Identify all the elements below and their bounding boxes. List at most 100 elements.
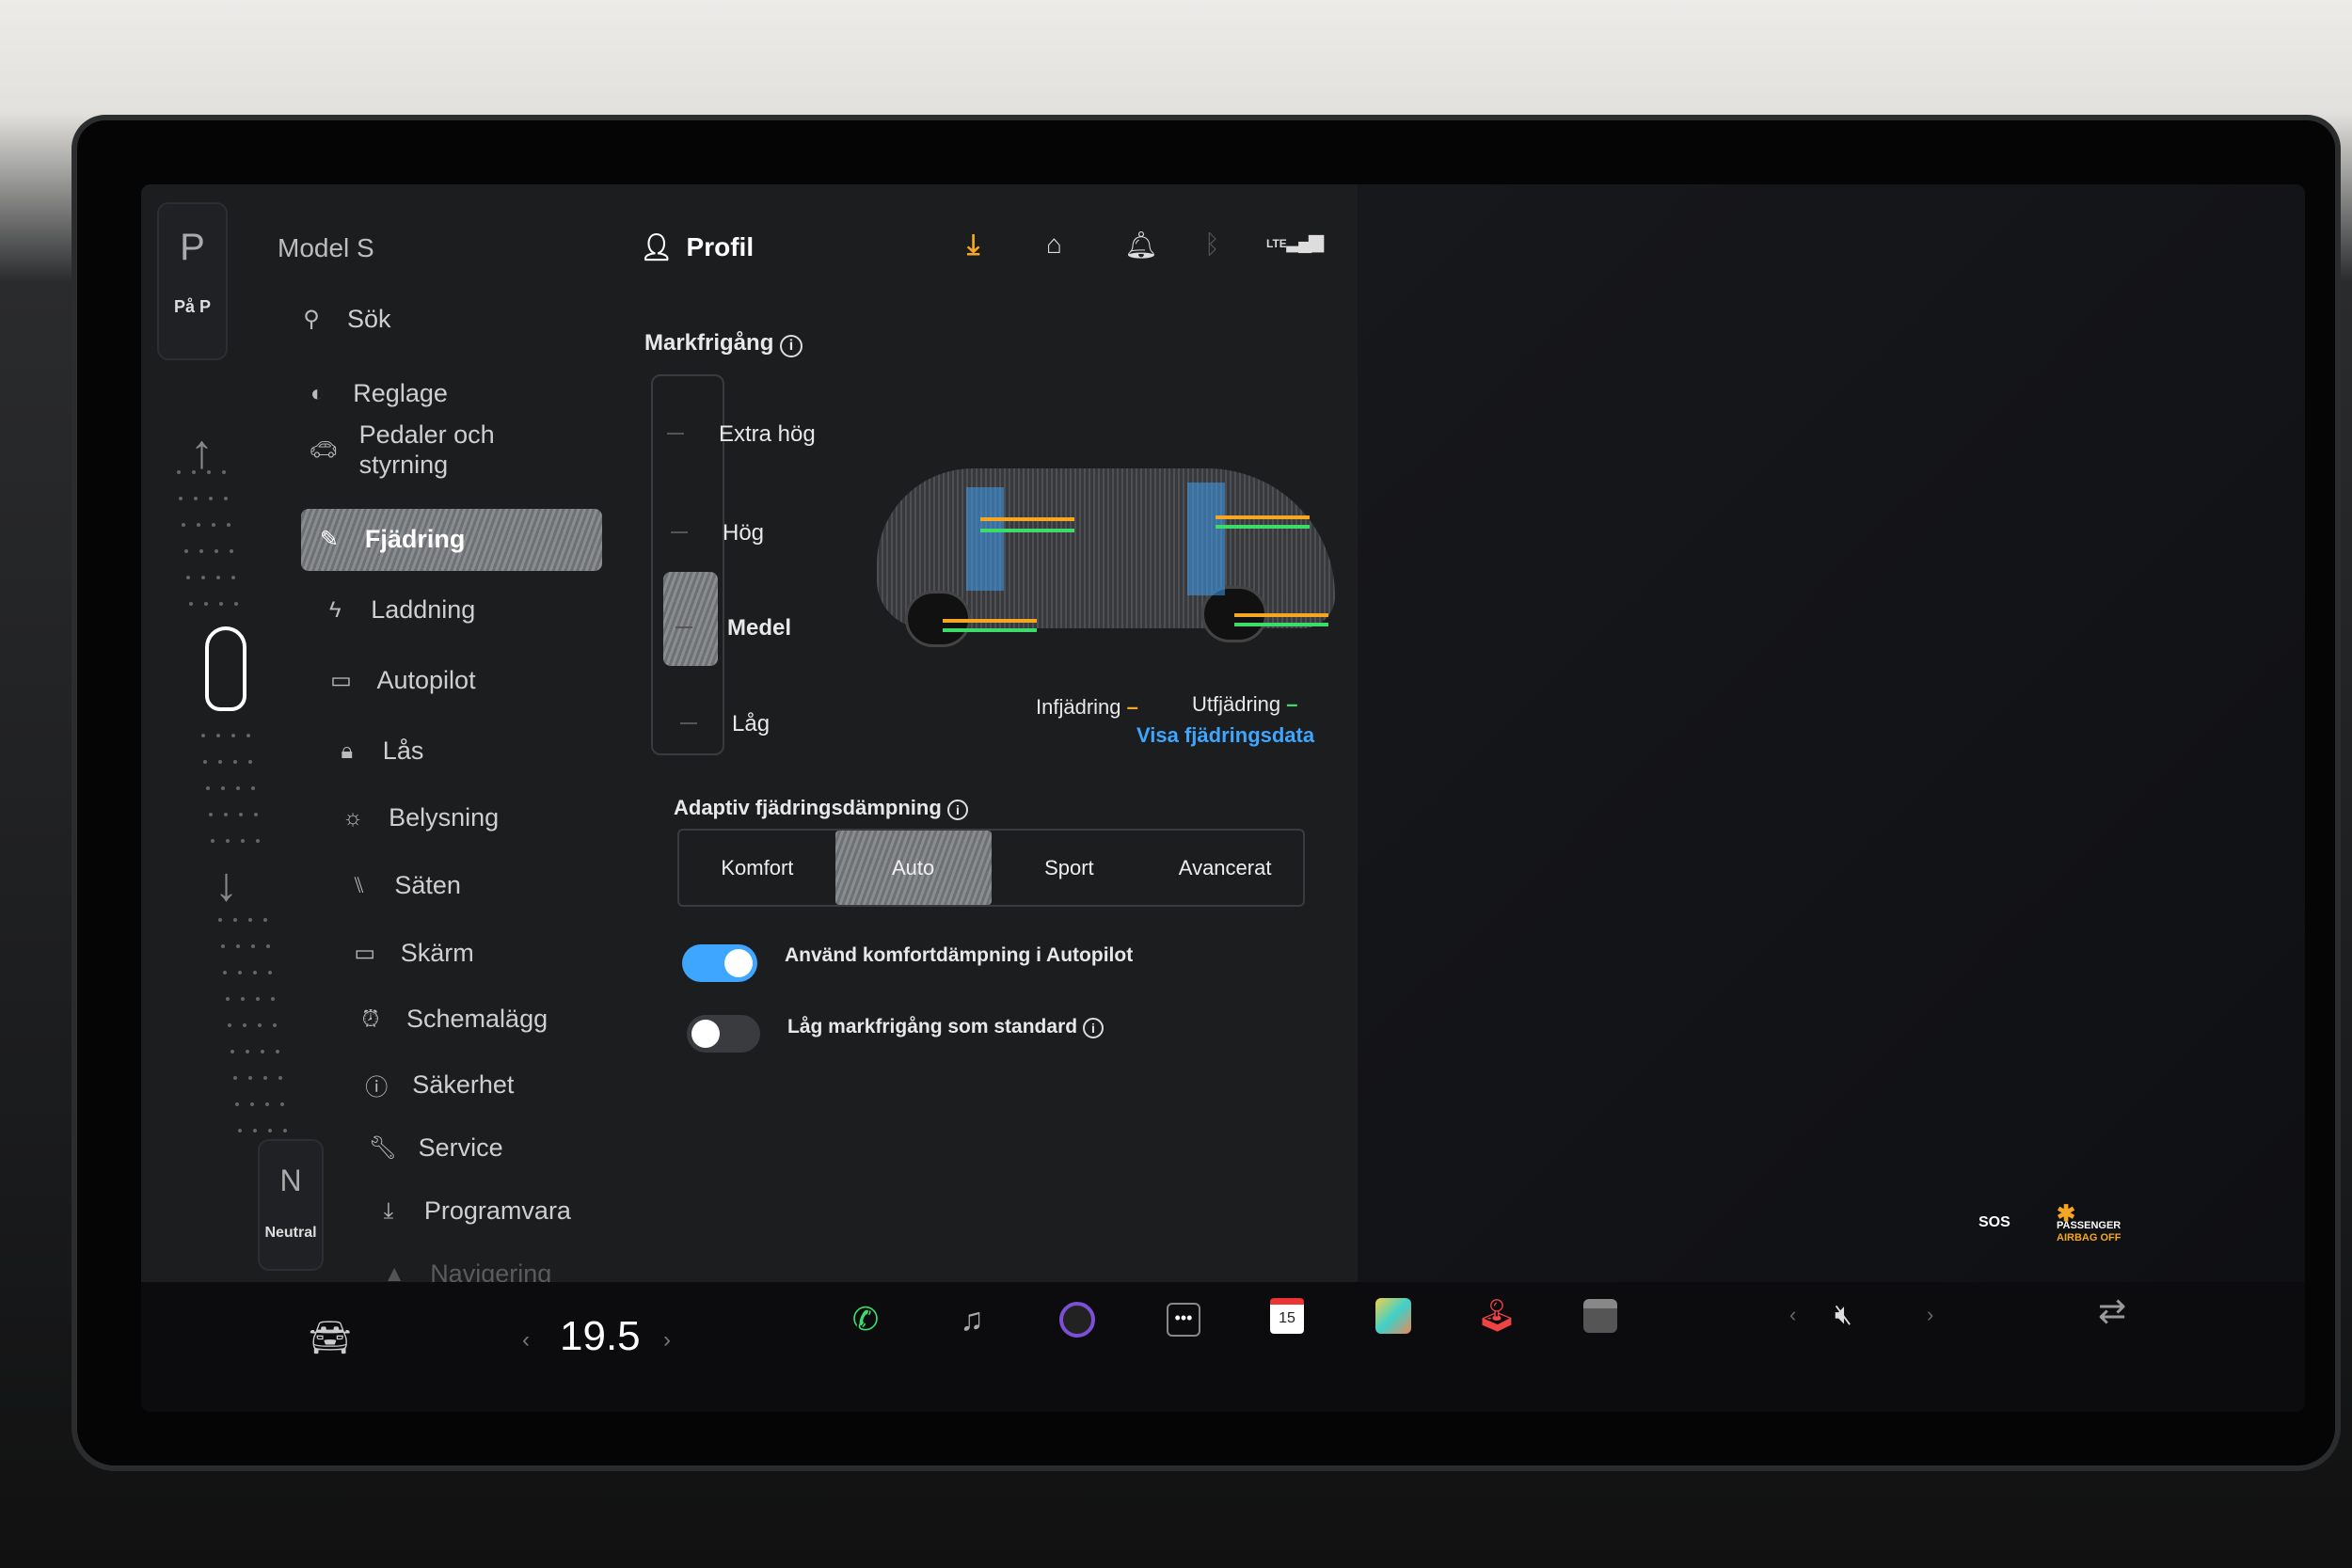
lock-icon: 🔒︎ (341, 737, 354, 764)
damping-option-komfort[interactable]: Komfort (679, 831, 835, 905)
clearance-level-1[interactable]: Hög (723, 520, 764, 546)
dashcam-viewer-icon[interactable] (1583, 1299, 1617, 1333)
gear-dot (241, 839, 246, 843)
gear-dot (270, 997, 275, 1001)
sidebar-item-schemalägg[interactable]: ⏰︎ Schemalägg (356, 1005, 548, 1034)
sidebar-item-fjädring[interactable]: ✎ Fjädring (314, 525, 466, 554)
bell-icon[interactable]: 🔔︎ (1124, 230, 1158, 261)
sidebar-item-label: Reglage (353, 379, 448, 407)
gear-dot (238, 971, 243, 974)
airbag-status: AIRBAG OFF (2057, 1232, 2122, 1243)
view-suspension-data-link[interactable]: Visa fjädringsdata (1136, 723, 1314, 748)
toggle-knob (724, 949, 753, 977)
gear-dot (200, 734, 205, 737)
comfort-damping-toggle[interactable] (682, 944, 757, 982)
search-icon: ⚲ (303, 307, 320, 332)
gear-dot (233, 918, 237, 922)
sidebar-item-reglage[interactable]: ◐ Reglage (302, 379, 448, 408)
damping-option-auto[interactable]: Auto (834, 831, 992, 905)
volume-up-chevron-icon[interactable]: › (1927, 1303, 1933, 1327)
gear-dot (233, 602, 238, 606)
sidebar-item-lås[interactable]: 🔒︎ Lås (332, 736, 423, 766)
arcade-joystick-icon[interactable]: 🕹︎ (1476, 1295, 1518, 1337)
clearance-level-2[interactable]: Medel (727, 615, 791, 641)
sidebar-item-pedaler-och-styrning[interactable]: 🚗︎ Pedaler och styrning (309, 420, 519, 480)
info-icon[interactable]: i (946, 800, 968, 820)
clearance-slider-thumb[interactable] (663, 572, 718, 666)
sidebar-item-belysning[interactable]: ☼ Belysning (338, 803, 499, 832)
garage-icon[interactable]: ⌂ (1046, 230, 1062, 260)
damping-option-sport[interactable]: Sport (992, 831, 1148, 905)
damping-title-text: Adaptiv fjädringsdämpning (674, 796, 942, 819)
gear-dot (176, 470, 181, 474)
gear-dot (224, 497, 229, 500)
sidebar-item-service[interactable]: 🔧︎ Service (368, 1133, 503, 1163)
download-icon[interactable]: ⤓ (967, 230, 979, 261)
sidebar-item-label: Pedaler och styrning (358, 420, 495, 479)
camera-icon[interactable] (1059, 1302, 1095, 1338)
damping-option-avancerat[interactable]: Avancerat (1147, 831, 1303, 905)
low-clearance-toggle[interactable] (687, 1015, 760, 1053)
gear-dot (226, 839, 230, 843)
sidebar-item-label: Säkerhet (412, 1070, 515, 1099)
gear-dot (246, 734, 250, 737)
clearance-slider[interactable] (651, 374, 724, 755)
clearance-level-0[interactable]: Extra hög (719, 421, 816, 448)
sidebar-item-label: Autopilot (376, 666, 476, 694)
sidebar-item-skärm[interactable]: ▭ Skärm (350, 939, 473, 968)
mute-icon[interactable]: 🔇︎ (1835, 1299, 1852, 1331)
temp-down-chevron-icon[interactable]: ‹ (522, 1327, 530, 1354)
cabin-temperature[interactable]: 19.5 (560, 1313, 641, 1360)
gear-park-label: P (180, 227, 205, 268)
sidebar-item-label: Schemalägg (406, 1005, 548, 1033)
gear-dot (212, 523, 215, 527)
gear-dot (253, 971, 258, 974)
touchscreen: P På P ↑ ↓ N Neutral Model S 👤︎ Profil ⤓ … (141, 184, 2305, 1412)
sidebar-item-säten[interactable]: ⑊ Säten (343, 871, 461, 900)
gear-dot (230, 1050, 234, 1053)
gear-dot (263, 918, 267, 922)
temp-up-chevron-icon[interactable]: › (663, 1327, 671, 1354)
bluetooth-icon[interactable]: ᛒ (1204, 230, 1220, 260)
car-button-icon[interactable]: 🚘︎ (309, 1318, 352, 1357)
arrow-down-icon[interactable]: ↓ (215, 857, 238, 911)
gear-dot (201, 576, 206, 579)
sos-status: SOS (1979, 1214, 2010, 1230)
map-panel[interactable]: SOS ✱ PASSENGER AIRBAG OFF (1358, 184, 2305, 1282)
gear-dot (236, 786, 240, 790)
gear-dot (248, 760, 253, 764)
music-icon[interactable]: ♫ (951, 1299, 993, 1340)
sidebar-item-laddning[interactable]: ϟ Laddning (320, 595, 475, 625)
phone-icon[interactable]: ✆ (845, 1299, 886, 1340)
gear-park-button[interactable]: P På P (157, 202, 228, 360)
toybox-icon[interactable] (1375, 1298, 1411, 1334)
gear-dot (209, 497, 214, 500)
info-icon[interactable]: i (780, 335, 803, 357)
damping-segmented-control: Komfort Auto Sport Avancerat (677, 829, 1305, 907)
gear-dot (278, 1076, 282, 1080)
profile-button[interactable]: 👤︎ Profil (640, 231, 754, 262)
clearance-level-3[interactable]: Låg (732, 711, 770, 737)
swap-arrows-icon[interactable]: ⇄ (2098, 1291, 2126, 1331)
gear-dot (235, 944, 240, 948)
info-icon[interactable]: i (1082, 1018, 1104, 1038)
sidebar-item-programvara[interactable]: ⤓ Programvara (373, 1196, 571, 1226)
gear-dot (253, 813, 258, 816)
calendar-icon[interactable]: 15 (1270, 1298, 1304, 1334)
gear-park-sublabel: På P (173, 297, 212, 316)
compression-legend: Infjädring – (1036, 695, 1138, 720)
gear-dot (282, 1129, 287, 1132)
gear-neutral-sublabel: Neutral (264, 1225, 317, 1241)
sidebar-item-autopilot[interactable]: ▭ Autopilot (326, 666, 476, 695)
gear-neutral-button[interactable]: N Neutral (258, 1139, 324, 1271)
gear-dot (218, 602, 223, 606)
level-tick (675, 626, 692, 628)
sidebar-item-label: Programvara (423, 1196, 571, 1225)
more-apps-icon[interactable]: ••• (1167, 1303, 1200, 1337)
sidebar-item-sök[interactable]: ⚲ Sök (296, 305, 390, 334)
gear-dot (261, 1050, 264, 1053)
sidebar-item-label: Service (418, 1133, 503, 1162)
sidebar-item-säkerhet[interactable]: ⓘ Säkerhet (361, 1069, 514, 1101)
gear-dot (233, 760, 238, 764)
volume-down-chevron-icon[interactable]: ‹ (1789, 1303, 1796, 1327)
